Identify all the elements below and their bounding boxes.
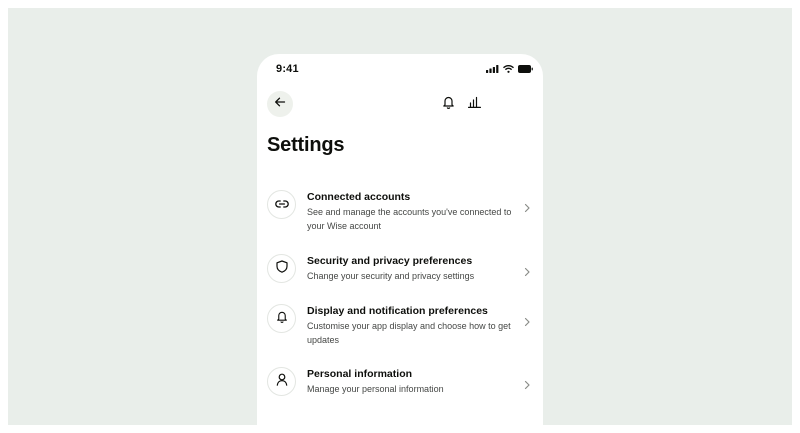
bar-chart-icon xyxy=(467,95,481,113)
list-item-display-notifications[interactable]: Display and notification preferences Cus… xyxy=(257,300,543,350)
status-bar: 9:41 xyxy=(257,54,543,84)
item-icon-badge xyxy=(267,190,296,219)
link-icon xyxy=(274,196,289,214)
wifi-icon xyxy=(503,65,514,73)
item-icon-badge xyxy=(267,254,296,283)
back-button[interactable] xyxy=(267,91,293,117)
arrow-left-icon xyxy=(274,95,286,113)
chevron-right-icon xyxy=(523,314,531,327)
item-title: Connected accounts xyxy=(307,191,411,203)
item-icon-badge xyxy=(267,304,296,333)
item-text: Personal information Manage your persona… xyxy=(307,368,517,397)
chevron-right-icon xyxy=(523,377,531,390)
item-title: Personal information xyxy=(307,368,413,380)
user-icon xyxy=(276,373,288,391)
status-icons xyxy=(486,65,533,73)
signal-icon xyxy=(486,65,499,73)
list-item-personal-information[interactable]: Personal information Manage your persona… xyxy=(257,363,543,403)
item-text: Display and notification preferences Cus… xyxy=(307,305,517,347)
item-text: Security and privacy preferences Change … xyxy=(307,255,517,284)
item-description: Manage your personal information xyxy=(307,384,444,394)
top-bar xyxy=(257,90,543,120)
item-icon-badge xyxy=(267,367,296,396)
insights-button[interactable] xyxy=(466,96,482,112)
status-time: 9:41 xyxy=(276,63,299,75)
chevron-right-icon xyxy=(523,200,531,213)
list-item-security-privacy[interactable]: Security and privacy preferences Change … xyxy=(257,250,543,290)
list-item-connected-accounts[interactable]: Connected accounts See and manage the ac… xyxy=(257,186,543,236)
item-description: Customise your app display and choose ho… xyxy=(307,321,511,345)
chevron-right-icon xyxy=(523,264,531,277)
item-description: See and manage the accounts you've conne… xyxy=(307,207,512,231)
notifications-button[interactable] xyxy=(440,96,456,112)
shield-icon xyxy=(275,259,288,278)
page-title: Settings xyxy=(267,134,345,156)
battery-icon xyxy=(518,65,533,73)
phone-screen: 9:41 Settings Connected accounts See and… xyxy=(257,54,543,433)
item-title: Security and privacy preferences xyxy=(307,255,473,267)
bell-icon xyxy=(276,310,288,328)
item-description: Change your security and privacy setting… xyxy=(307,271,475,281)
item-title: Display and notification preferences xyxy=(307,305,488,317)
bell-icon xyxy=(442,95,455,114)
item-text: Connected accounts See and manage the ac… xyxy=(307,191,517,233)
